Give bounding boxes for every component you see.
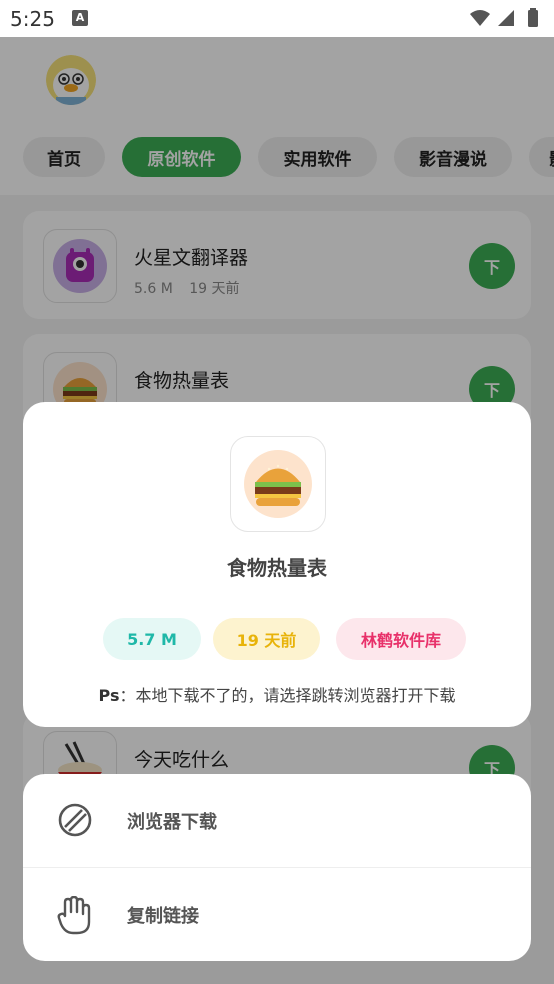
copy-link-button[interactable]: 复制链接 — [23, 868, 531, 961]
date-badge: 19 天前 — [213, 618, 320, 660]
note-prefix: Ps — [98, 686, 120, 705]
status-time: 5:25 — [10, 7, 55, 31]
browser-download-label: 浏览器下载 — [127, 812, 217, 833]
browser-icon — [57, 802, 93, 838]
copy-link-label: 复制链接 — [127, 906, 199, 927]
hand-icon — [57, 895, 93, 935]
action-sheet: 浏览器下载 复制链接 — [23, 774, 531, 961]
dialog-title: 食物热量表 — [227, 556, 327, 580]
notification-badge: A — [72, 10, 88, 26]
source-badge: 林鹤软件库 — [336, 618, 466, 660]
app-detail-dialog: 食物热量表 5.7 M 19 天前 林鹤软件库 Ps：本地下载不了的，请选择跳转… — [23, 402, 531, 727]
browser-download-button[interactable]: 浏览器下载 — [23, 774, 531, 867]
size-badge: 5.7 M — [103, 618, 201, 660]
note-text: ：本地下载不了的，请选择跳转浏览器打开下载 — [119, 686, 456, 705]
status-bar: 5:25 A — [0, 0, 554, 37]
status-icons — [468, 8, 544, 32]
dialog-note: Ps：本地下载不了的，请选择跳转浏览器打开下载 — [23, 682, 531, 706]
signal-battery-icon — [470, 8, 538, 27]
burger-icon — [230, 436, 326, 532]
